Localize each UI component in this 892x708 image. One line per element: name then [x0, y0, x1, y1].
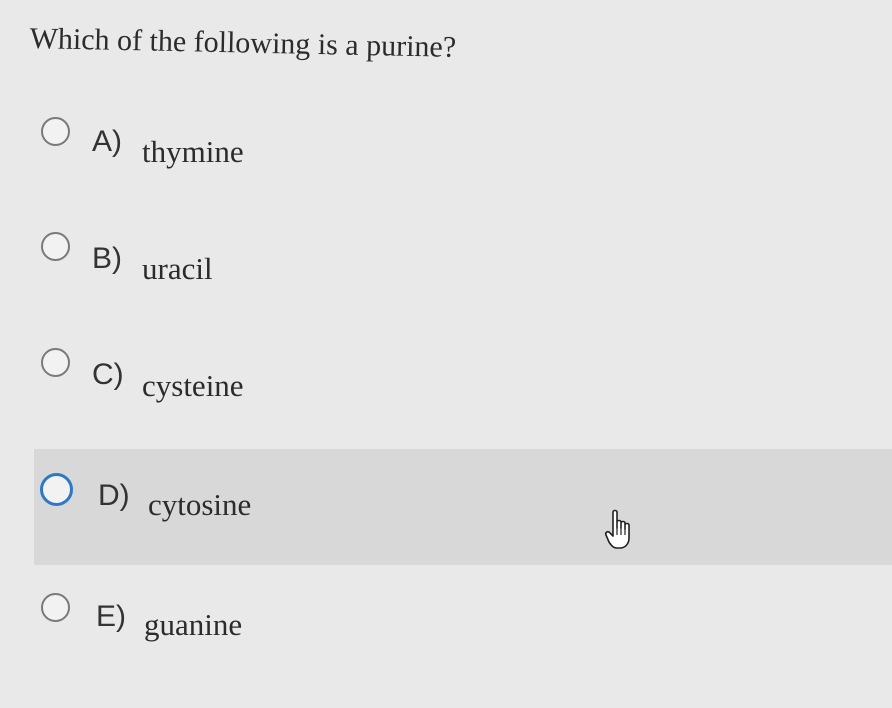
option-c[interactable]: C) cysteine: [34, 322, 892, 438]
answer-options: A) thymine B) uracil C) cysteine D) cyto…: [0, 0, 892, 708]
option-a[interactable]: A) thymine: [34, 88, 892, 204]
option-a-text: thymine: [142, 134, 244, 169]
option-c-text: cysteine: [142, 368, 244, 403]
option-b-letter: B): [92, 242, 122, 275]
radio-button-d[interactable]: [40, 473, 73, 506]
option-a-letter: A): [92, 125, 122, 158]
option-d[interactable]: D) cytosine: [34, 449, 892, 565]
option-d-text: cytosine: [148, 487, 252, 522]
radio-button-b[interactable]: [41, 232, 70, 261]
option-c-letter: C): [92, 358, 124, 391]
option-e[interactable]: E) guanine: [34, 566, 892, 682]
option-b[interactable]: B) uracil: [34, 206, 892, 322]
option-b-text: uracil: [142, 251, 213, 286]
option-d-letter: D): [98, 479, 130, 512]
hand-pointer-icon: [604, 509, 630, 549]
option-e-letter: E): [96, 600, 126, 633]
radio-button-c[interactable]: [41, 348, 70, 377]
option-e-text: guanine: [144, 607, 243, 642]
radio-button-a[interactable]: [41, 117, 70, 146]
radio-button-e[interactable]: [41, 593, 70, 622]
